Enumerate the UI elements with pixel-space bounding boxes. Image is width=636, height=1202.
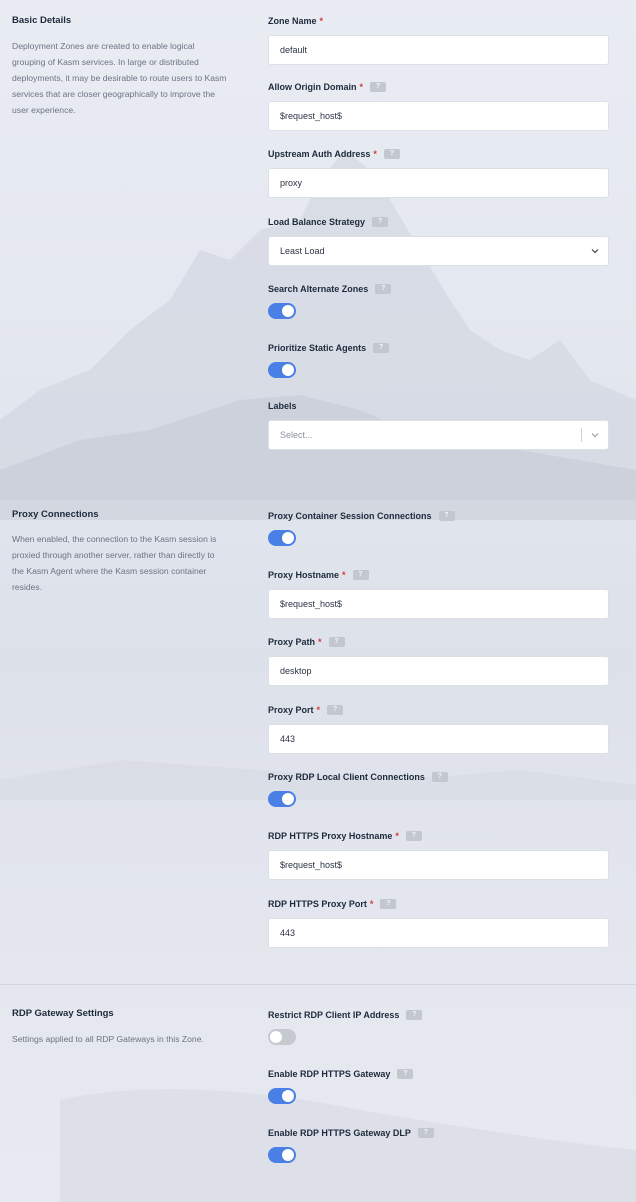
help-icon[interactable]: ? bbox=[328, 637, 345, 647]
load-balance-strategy-select[interactable]: Least Load bbox=[268, 236, 609, 266]
section-divider bbox=[0, 984, 636, 985]
rdp-https-proxy-port-label: RDP HTTPS Proxy Port bbox=[268, 899, 367, 909]
help-icon[interactable]: ? bbox=[431, 772, 448, 782]
zone-name-field: Zone Name * default bbox=[268, 15, 609, 65]
restrict-rdp-client-ip-address-toggle[interactable] bbox=[268, 1029, 296, 1045]
section-title-basic-details: Basic Details bbox=[12, 15, 72, 26]
help-icon[interactable]: ? bbox=[380, 899, 397, 909]
toggle-knob bbox=[282, 1090, 294, 1102]
allow-origin-domain-field: Allow Origin Domain *? $request_host$ bbox=[268, 81, 609, 131]
help-icon[interactable]: ? bbox=[405, 831, 422, 841]
proxy-container-session-connections-label: Proxy Container Session Connections bbox=[268, 511, 432, 521]
search-alternate-zones-field: Search Alternate Zones? bbox=[268, 283, 609, 319]
required-asterisk: * bbox=[359, 82, 364, 92]
required-asterisk: * bbox=[319, 16, 324, 26]
required-asterisk: * bbox=[373, 149, 377, 159]
help-icon[interactable]: ? bbox=[406, 1010, 423, 1020]
proxy-container-session-connections-toggle[interactable] bbox=[268, 530, 296, 546]
help-icon[interactable]: ? bbox=[372, 217, 389, 227]
proxy-rdp-local-client-connections-label: Proxy RDP Local Client Connections bbox=[268, 772, 425, 782]
labels-label: Labels bbox=[268, 401, 297, 411]
chevron-down-icon bbox=[591, 433, 599, 438]
help-icon[interactable]: ? bbox=[373, 343, 390, 353]
toggle-knob bbox=[282, 793, 294, 805]
labels-placeholder: Select... bbox=[280, 430, 313, 440]
zone-name-label: Zone Name bbox=[268, 16, 317, 26]
help-icon[interactable]: ? bbox=[370, 82, 387, 92]
upstream-auth-address-field: Upstream Auth Address *? proxy bbox=[268, 148, 609, 198]
upstream-auth-address-input[interactable]: proxy bbox=[268, 168, 609, 198]
enable-rdp-https-gateway-toggle[interactable] bbox=[268, 1088, 296, 1104]
zone-name-input[interactable]: default bbox=[268, 35, 609, 65]
toggle-knob bbox=[282, 364, 294, 376]
section-title-rdp-gateway-settings: RDP Gateway Settings bbox=[12, 1008, 114, 1019]
prioritize-static-agents-label: Prioritize Static Agents bbox=[268, 343, 367, 353]
load-balance-strategy-label: Load Balance Strategy bbox=[268, 217, 366, 227]
help-icon[interactable]: ? bbox=[327, 705, 344, 715]
required-asterisk: * bbox=[318, 637, 322, 647]
chevron-down-icon bbox=[591, 249, 599, 254]
toggle-knob bbox=[270, 1031, 282, 1043]
help-icon[interactable]: ? bbox=[352, 570, 369, 580]
proxy-rdp-local-client-connections-toggle[interactable] bbox=[268, 791, 296, 807]
proxy-hostname-label: Proxy Hostname bbox=[268, 570, 340, 580]
proxy-path-field: Proxy Path *? desktop bbox=[268, 636, 609, 686]
section-description-rdp-gateway-settings: Settings applied to all RDP Gateways in … bbox=[12, 1034, 204, 1044]
proxy-port-field: Proxy Port *? 443 bbox=[268, 704, 609, 754]
load-balance-strategy-value: Least Load bbox=[280, 246, 325, 256]
enable-rdp-https-gateway-label: Enable RDP HTTPS Gateway bbox=[268, 1069, 391, 1079]
enable-rdp-https-gateway-field: Enable RDP HTTPS Gateway? bbox=[268, 1068, 609, 1104]
search-alternate-zones-label: Search Alternate Zones bbox=[268, 284, 369, 294]
help-icon[interactable]: ? bbox=[417, 1128, 434, 1138]
prioritize-static-agents-field: Prioritize Static Agents? bbox=[268, 342, 609, 378]
toggle-knob bbox=[282, 532, 294, 544]
proxy-path-label: Proxy Path bbox=[268, 637, 316, 647]
proxy-port-label: Proxy Port bbox=[268, 705, 314, 715]
help-icon[interactable]: ? bbox=[383, 149, 400, 159]
proxy-rdp-local-client-connections-field: Proxy RDP Local Client Connections? bbox=[268, 771, 609, 807]
required-asterisk: * bbox=[369, 899, 374, 909]
enable-rdp-https-gateway-dlp-label: Enable RDP HTTPS Gateway DLP bbox=[268, 1128, 411, 1138]
section-description-proxy-connections: When enabled, the connection to the Kasm… bbox=[12, 534, 217, 592]
rdp-https-proxy-hostname-field: RDP HTTPS Proxy Hostname *? $request_host… bbox=[268, 830, 609, 880]
restrict-rdp-client-ip-address-field: Restrict RDP Client IP Address? bbox=[268, 1009, 609, 1045]
proxy-hostname-input[interactable]: $request_host$ bbox=[268, 589, 609, 619]
labels-multiselect[interactable]: Select... bbox=[268, 420, 609, 450]
help-icon[interactable]: ? bbox=[375, 284, 392, 294]
section-title-proxy-connections: Proxy Connections bbox=[12, 509, 99, 520]
rdp-https-proxy-port-input[interactable]: 443 bbox=[268, 918, 609, 948]
toggle-knob bbox=[282, 305, 294, 317]
proxy-container-session-connections-field: Proxy Container Session Connections? bbox=[268, 510, 609, 546]
search-alternate-zones-toggle[interactable] bbox=[268, 303, 296, 319]
prioritize-static-agents-toggle[interactable] bbox=[268, 362, 296, 378]
rdp-https-proxy-hostname-input[interactable]: $request_host$ bbox=[268, 850, 609, 880]
required-asterisk: * bbox=[395, 831, 399, 841]
allow-origin-domain-label: Allow Origin Domain bbox=[268, 82, 357, 92]
restrict-rdp-client-ip-address-label: Restrict RDP Client IP Address bbox=[268, 1010, 400, 1020]
section-divider bbox=[0, 485, 636, 486]
allow-origin-domain-input[interactable]: $request_host$ bbox=[268, 101, 609, 131]
section-description-basic-details: Deployment Zones are created to enable l… bbox=[12, 41, 227, 115]
proxy-hostname-field: Proxy Hostname *? $request_host$ bbox=[268, 569, 609, 619]
proxy-path-input[interactable]: desktop bbox=[268, 656, 609, 686]
rdp-https-proxy-port-field: RDP HTTPS Proxy Port *? 443 bbox=[268, 898, 609, 948]
toggle-knob bbox=[282, 1149, 294, 1161]
enable-rdp-https-gateway-dlp-field: Enable RDP HTTPS Gateway DLP? bbox=[268, 1127, 609, 1163]
proxy-port-input[interactable]: 443 bbox=[268, 724, 609, 754]
load-balance-strategy-field: Load Balance Strategy? Least Load bbox=[268, 216, 609, 266]
enable-rdp-https-gateway-dlp-toggle[interactable] bbox=[268, 1147, 296, 1163]
upstream-auth-address-label: Upstream Auth Address bbox=[268, 149, 371, 159]
rdp-https-proxy-hostname-label: RDP HTTPS Proxy Hostname bbox=[268, 831, 393, 841]
required-asterisk: * bbox=[316, 705, 321, 715]
help-icon[interactable]: ? bbox=[438, 511, 455, 521]
help-icon[interactable]: ? bbox=[397, 1069, 414, 1079]
labels-field: Labels Select... bbox=[268, 400, 609, 450]
required-asterisk: * bbox=[342, 570, 346, 580]
select-separator bbox=[581, 428, 582, 442]
